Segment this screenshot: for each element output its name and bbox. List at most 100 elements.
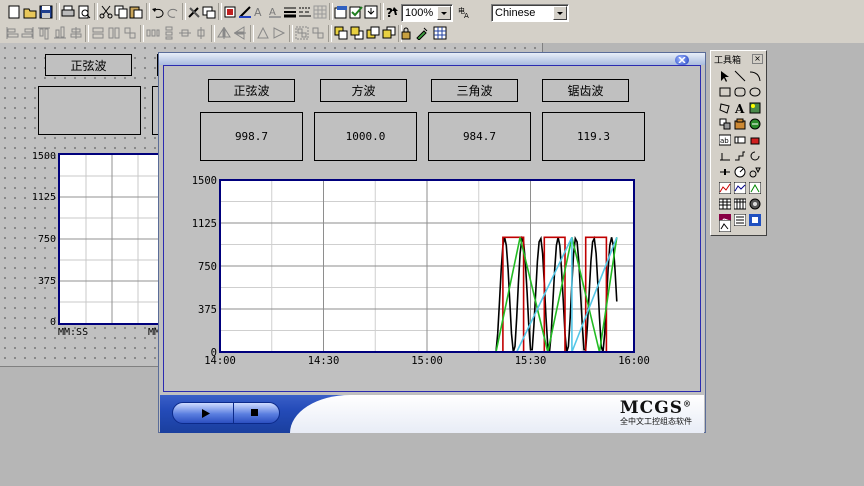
play-button[interactable] — [179, 403, 234, 423]
bring-front-icon[interactable] — [333, 25, 349, 41]
grid-icon[interactable] — [312, 4, 328, 20]
report-tool-icon[interactable] — [732, 197, 747, 211]
y-tick-label: 750 — [198, 261, 217, 273]
zoom-select[interactable]: 100% — [401, 4, 453, 22]
disk-tool-icon[interactable] — [747, 197, 762, 211]
input-tool-icon[interactable] — [732, 133, 747, 147]
color-fill-icon[interactable] — [222, 4, 238, 20]
arc-tool-icon[interactable] — [747, 69, 762, 83]
line-tool-icon[interactable] — [732, 69, 747, 83]
history-trend-tool-icon[interactable] — [732, 181, 747, 195]
rounded-rect-tool-icon[interactable] — [732, 85, 747, 99]
polygon-tool-icon[interactable] — [717, 101, 732, 115]
label-tool-icon[interactable]: ab — [717, 133, 732, 147]
new-file-icon[interactable] — [6, 4, 22, 20]
rotate-left-icon[interactable] — [255, 25, 271, 41]
component-tool-icon[interactable] — [717, 117, 732, 131]
stop-button[interactable] — [235, 403, 275, 423]
text-color-icon[interactable]: A — [267, 4, 283, 20]
same-width-icon[interactable] — [90, 25, 106, 41]
help-icon[interactable]: ? — [384, 4, 400, 20]
flip-v-icon[interactable] — [232, 25, 248, 41]
language-value: Chinese — [495, 7, 536, 19]
chevron-down-icon[interactable] — [553, 6, 567, 20]
print-icon[interactable] — [60, 4, 76, 20]
trend-chart[interactable]: 1500 1125 750 375 0 14:00 14:30 15:00 15:30 16:00 — [164, 66, 702, 396]
properties-icon[interactable] — [333, 4, 349, 20]
paste-icon[interactable] — [128, 4, 144, 20]
tools-icon[interactable] — [186, 4, 202, 20]
open-folder-icon[interactable] — [22, 4, 38, 20]
xy-plot-tool-icon[interactable] — [747, 181, 762, 195]
font-icon[interactable]: A — [252, 4, 268, 20]
h-space-icon[interactable] — [145, 25, 161, 41]
svg-text:A: A — [254, 6, 262, 19]
line-color-icon[interactable] — [237, 4, 253, 20]
v-space-icon[interactable] — [161, 25, 177, 41]
line-style-icon[interactable] — [297, 4, 313, 20]
language-select[interactable]: Chinese — [491, 4, 569, 22]
device-tool-icon[interactable] — [747, 213, 762, 227]
slider-tool-icon[interactable] — [717, 165, 732, 179]
bar-tool-icon[interactable] — [717, 149, 732, 163]
align-right-icon[interactable] — [20, 25, 36, 41]
ungroup-icon[interactable] — [310, 25, 326, 41]
redo-icon[interactable] — [165, 4, 181, 20]
close-icon[interactable] — [675, 55, 689, 65]
gauge-tool-icon[interactable] — [732, 165, 747, 179]
lock-icon[interactable] — [398, 25, 414, 41]
align-toolbar — [0, 24, 864, 44]
line-width-icon[interactable] — [282, 4, 298, 20]
flip-h-icon[interactable] — [216, 25, 232, 41]
chevron-down-icon[interactable] — [437, 6, 451, 20]
shapes-tool-icon[interactable] — [747, 165, 762, 179]
trend-chart-svg[interactable]: 15001125750375014:00 14:30 15:00 15:30 16:00 — [164, 66, 702, 393]
editor-sine-button[interactable]: 正弦波 — [45, 54, 132, 76]
align-top-icon[interactable] — [36, 25, 52, 41]
align-center-icon[interactable] — [68, 25, 84, 41]
window-icon[interactable] — [201, 4, 217, 20]
run-footer: MCGS® 全中文工控组态软件 — [160, 395, 704, 433]
ime-icon[interactable]: 电A — [458, 4, 474, 20]
center-v-icon[interactable] — [193, 25, 209, 41]
edit-tool-icon[interactable] — [414, 25, 430, 41]
x-tick-label: 15:00 — [411, 355, 443, 367]
trend-tool-icon[interactable] — [717, 181, 732, 195]
rotate-tool-icon[interactable] — [747, 149, 762, 163]
print-preview-icon[interactable] — [76, 4, 92, 20]
editor-value-box[interactable] — [38, 86, 141, 135]
text-tool-icon[interactable]: A — [732, 101, 747, 115]
align-bottom-icon[interactable] — [52, 25, 68, 41]
check-icon[interactable] — [348, 4, 364, 20]
editor-chart[interactable] — [58, 153, 168, 325]
group-icon[interactable] — [294, 25, 310, 41]
image-tool-icon[interactable] — [747, 101, 762, 115]
toolbox-panel: 工具箱 × A ab — [710, 50, 767, 236]
grid-toggle-icon[interactable] — [432, 25, 448, 41]
align-left-icon[interactable] — [4, 25, 20, 41]
animation-tool-icon[interactable] — [717, 219, 732, 233]
cut-icon[interactable] — [98, 4, 114, 20]
copy-icon[interactable] — [113, 4, 129, 20]
pointer-tool-icon[interactable] — [717, 69, 732, 83]
list-tool-icon[interactable] — [732, 213, 747, 227]
rotate-right-icon[interactable] — [271, 25, 287, 41]
send-back-icon[interactable] — [349, 25, 365, 41]
ellipse-tool-icon[interactable] — [747, 85, 762, 99]
alarm-tool-icon[interactable] — [747, 133, 762, 147]
center-h-icon[interactable] — [177, 25, 193, 41]
same-size-icon[interactable] — [122, 25, 138, 41]
library-tool-icon[interactable] — [732, 117, 747, 131]
save-icon[interactable] — [38, 4, 54, 20]
table-tool-icon[interactable] — [717, 197, 732, 211]
download-icon[interactable] — [363, 4, 379, 20]
same-height-icon[interactable] — [106, 25, 122, 41]
flowchart-tool-icon[interactable] — [747, 117, 762, 131]
player-control — [172, 402, 280, 424]
backward-icon[interactable] — [381, 25, 397, 41]
undo-icon[interactable] — [150, 4, 166, 20]
forward-icon[interactable] — [365, 25, 381, 41]
rectangle-tool-icon[interactable] — [717, 85, 732, 99]
step-tool-icon[interactable] — [732, 149, 747, 163]
close-icon[interactable]: × — [752, 54, 763, 64]
